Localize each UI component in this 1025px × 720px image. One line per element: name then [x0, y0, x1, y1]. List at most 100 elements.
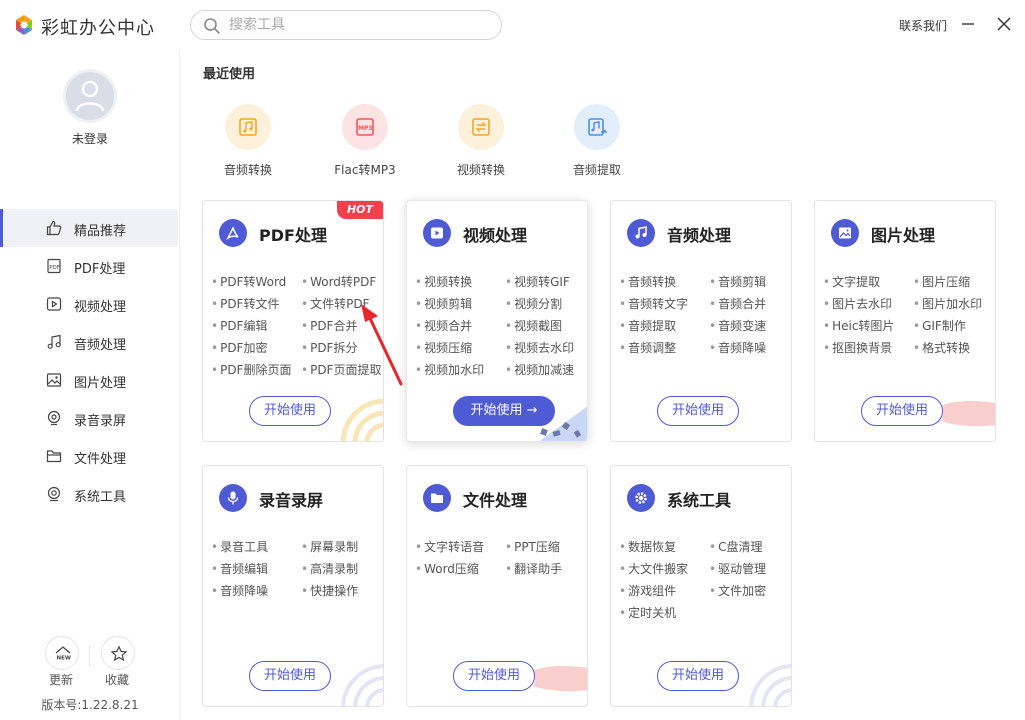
feature-link[interactable]: 音频调整	[619, 339, 676, 356]
sidebar-item-video[interactable]: 视频处理	[0, 285, 178, 323]
feature-link[interactable]: 抠图换背景	[823, 339, 892, 356]
app-title: 彩虹办公中心	[41, 18, 155, 39]
sidebar-item-pdf[interactable]: PDF PDF处理	[0, 247, 178, 285]
decorative-brush-stroke	[533, 666, 587, 692]
sidebar: 未登录 精品推荐 PDF PDF处理 视频处理 音频处理 图片处理 录音录屏 文…	[0, 50, 180, 720]
feature-link[interactable]: Word压缩	[415, 560, 479, 577]
sidebar-item-file[interactable]: 文件处理	[0, 437, 178, 475]
start-button[interactable]: 开始使用	[249, 396, 331, 426]
feature-link[interactable]: 快捷操作	[301, 582, 358, 599]
audio-convert-icon	[239, 118, 257, 136]
card-audio[interactable]: 音频处理 音频转换 音频剪辑 音频转文字 音频合并 音频提取 音频变速 音频调整…	[610, 200, 792, 442]
feature-link[interactable]: 视频加水印	[415, 361, 484, 378]
feature-link[interactable]: C盘清理	[709, 538, 762, 555]
feature-link[interactable]: 高清录制	[301, 560, 358, 577]
card-title: 音频处理	[667, 226, 732, 245]
feature-link[interactable]: PDF转Word	[211, 273, 286, 290]
feature-link[interactable]: 音频降噪	[709, 339, 766, 356]
card-recording[interactable]: 录音录屏 录音工具 屏幕录制 音频编辑 高清录制 音频降噪 快捷操作 开始使用	[202, 465, 384, 707]
feature-link[interactable]: 视频压缩	[415, 339, 472, 356]
sidebar-item-audio[interactable]: 音频处理	[0, 323, 178, 361]
card-system[interactable]: 系统工具 数据恢复 C盘清理 大文件搬家 驱动管理 游戏组件 文件加密 定时关机…	[610, 465, 792, 707]
close-icon[interactable]	[994, 14, 1014, 34]
sidebar-item-label: 图片处理	[74, 376, 127, 391]
login-status[interactable]: 未登录	[0, 130, 180, 147]
feature-link[interactable]: 音频转文字	[619, 295, 688, 312]
flac-mp3-icon: MP3	[356, 118, 374, 136]
feature-link[interactable]: 视频剪辑	[415, 295, 472, 312]
feature-link[interactable]: 视频转换	[415, 273, 472, 290]
feature-link[interactable]: 视频分割	[505, 295, 562, 312]
feature-link[interactable]: 音频变速	[709, 317, 766, 334]
update-button[interactable]: NEW	[45, 636, 79, 670]
sidebar-item-system[interactable]: 系统工具	[0, 475, 178, 513]
feature-link[interactable]: PDF编辑	[211, 317, 267, 334]
decorative-brush-stroke	[941, 401, 995, 427]
recent-item-label: 音频提取	[572, 163, 621, 177]
sidebar-item-recording[interactable]: 录音录屏	[0, 399, 178, 437]
hot-badge: HOT	[337, 201, 383, 219]
feature-link[interactable]: 定时关机	[619, 604, 676, 621]
feature-link[interactable]: 音频提取	[619, 317, 676, 334]
sidebar-item-recommended[interactable]: 精品推荐	[0, 209, 178, 247]
card-file[interactable]: 文件处理 文字转语音 PPT压缩 Word压缩 翻译助手 开始使用	[406, 465, 588, 707]
feature-link[interactable]: 音频剪辑	[709, 273, 766, 290]
feature-link[interactable]: 视频加减速	[505, 361, 574, 378]
annotation-arrow	[361, 304, 403, 386]
start-button[interactable]: 开始使用	[249, 661, 331, 691]
start-button[interactable]: 开始使用	[657, 396, 739, 426]
search-box[interactable]	[190, 10, 502, 40]
feature-link[interactable]: 文字转语音	[415, 538, 484, 555]
feature-link[interactable]: PDF拆分	[301, 339, 357, 356]
feature-link[interactable]: GIF制作	[913, 317, 966, 334]
card-image[interactable]: 图片处理 文字提取 图片压缩 图片去水印 图片加水印 Heic转图片 GIF制作…	[814, 200, 996, 442]
start-button[interactable]: 开始使用	[657, 661, 739, 691]
feature-link[interactable]: PDF转文件	[211, 295, 279, 312]
feature-link[interactable]: PDF合并	[301, 317, 357, 334]
feature-link[interactable]: 音频转换	[619, 273, 676, 290]
feature-link[interactable]: 音频编辑	[211, 560, 268, 577]
feature-link[interactable]: 录音工具	[211, 538, 268, 555]
feature-link[interactable]: 音频降噪	[211, 582, 268, 599]
card-title: 图片处理	[871, 226, 936, 245]
feature-link[interactable]: 视频截图	[505, 317, 562, 334]
feature-link[interactable]: PDF加密	[211, 339, 267, 356]
feature-link[interactable]: 数据恢复	[619, 538, 676, 555]
feature-link[interactable]: Heic转图片	[823, 317, 894, 334]
feature-link[interactable]: 翻译助手	[505, 560, 562, 577]
svg-text:PDF: PDF	[49, 265, 60, 271]
contact-us-link[interactable]: 联系我们	[899, 17, 947, 34]
feature-link[interactable]: 视频去水印	[505, 339, 574, 356]
system-icon	[47, 486, 61, 502]
image-icon	[46, 373, 62, 387]
sidebar-item-label: 系统工具	[74, 490, 127, 505]
start-button[interactable]: 开始使用	[861, 396, 943, 426]
feature-link[interactable]: 视频合并	[415, 317, 472, 334]
feature-link[interactable]: 屏幕录制	[301, 538, 358, 555]
feature-link[interactable]: 视频转GIF	[505, 273, 570, 290]
feature-link[interactable]: Word转PDF	[301, 273, 376, 290]
feature-link[interactable]: PDF删除页面	[211, 361, 291, 378]
feature-link[interactable]: 大文件搬家	[619, 560, 688, 577]
feature-link[interactable]: 文字提取	[823, 273, 880, 290]
feature-link[interactable]: 图片去水印	[823, 295, 892, 312]
start-button[interactable]: 开始使用	[453, 661, 535, 691]
feature-link[interactable]: PPT压缩	[505, 538, 560, 555]
start-button[interactable]: 开始使用 →	[453, 396, 555, 426]
card-icon-bg	[423, 219, 451, 247]
avatar[interactable]	[63, 69, 117, 123]
feature-link[interactable]: 图片加水印	[913, 295, 982, 312]
feature-link[interactable]: 音频合并	[709, 295, 766, 312]
search-input[interactable]	[229, 15, 489, 35]
feature-link[interactable]: 格式转换	[913, 339, 970, 356]
feature-link[interactable]: 图片压缩	[913, 273, 970, 290]
sidebar-item-image[interactable]: 图片处理	[0, 361, 178, 399]
recent-title: 最近使用	[203, 67, 256, 82]
feature-link[interactable]: 游戏组件	[619, 582, 676, 599]
favorite-button[interactable]	[101, 636, 135, 670]
card-video[interactable]: 视频处理 视频转换 视频转GIF 视频剪辑 视频分割 视频合并 视频截图 视频压…	[406, 200, 588, 442]
feature-link[interactable]: 文件加密	[709, 582, 766, 599]
feature-link[interactable]: 驱动管理	[709, 560, 766, 577]
minimize-icon[interactable]	[958, 14, 978, 34]
divider	[89, 646, 90, 666]
